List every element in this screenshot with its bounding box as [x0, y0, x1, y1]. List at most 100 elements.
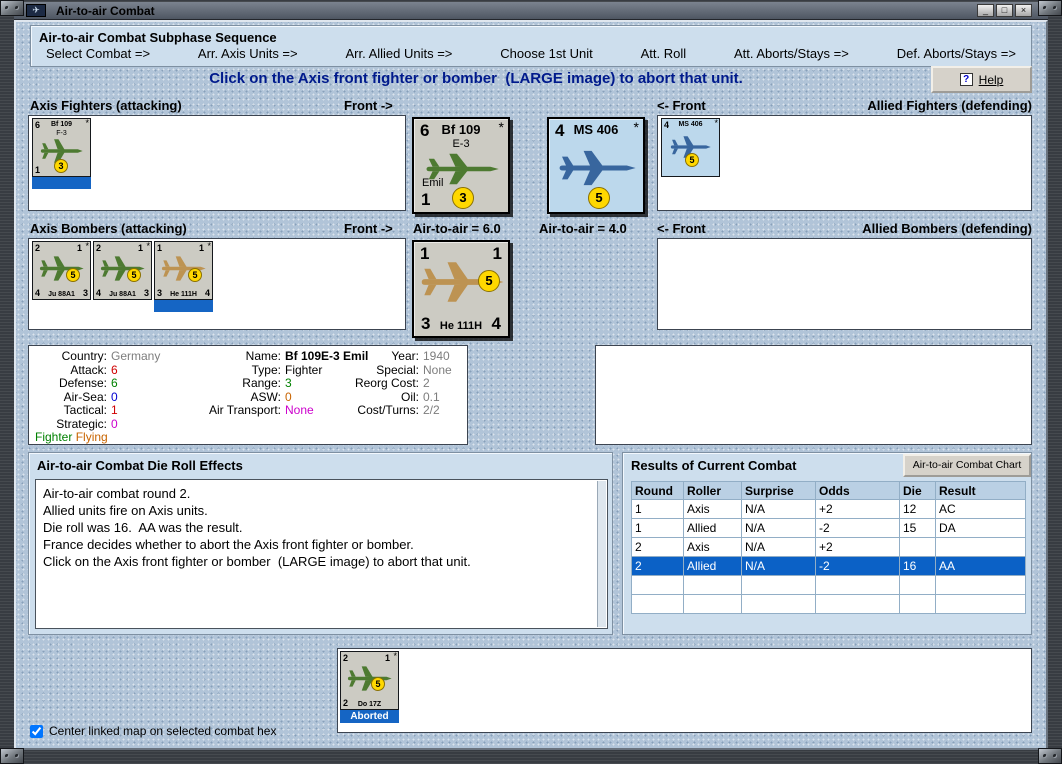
result-cell: 1	[631, 499, 684, 519]
front-left-label-2: <- Front	[657, 221, 706, 236]
footer-checkbox-row: Center linked map on selected combat hex	[30, 724, 276, 738]
unit-nickname: Emil	[422, 177, 444, 189]
result-cell: Allied	[683, 556, 742, 576]
info-label: Name:	[245, 349, 281, 363]
result-cell: DA	[935, 518, 1026, 538]
rating-bottom-left: 1	[421, 190, 431, 209]
titlebar[interactable]: ✈ Air-to-air Combat _ □ ×	[14, 2, 1048, 20]
star-marker: *	[146, 241, 150, 251]
aborted-status-bar: Aborted	[340, 710, 399, 723]
combat-chart-button[interactable]: Air-to-air Combat Chart	[903, 454, 1031, 477]
result-cell	[741, 575, 816, 595]
rating-bottom-right: 4	[491, 314, 501, 333]
result-row-3[interactable]: 2 Axis N/A +2	[631, 537, 1026, 557]
result-cell: 1	[631, 518, 684, 538]
strength-badge: 5	[371, 677, 385, 691]
unit-name: Ju 88A1	[48, 291, 75, 298]
rating-bottom-right: 3	[143, 288, 149, 298]
axis-air-value: Air-to-air = 6.0	[413, 221, 501, 236]
front-right-label: Front ->	[344, 98, 393, 113]
unit-name: Bf 109	[441, 122, 481, 137]
die-roll-line: Allied units fire on Axis units.	[43, 503, 208, 518]
result-cell	[935, 575, 1026, 595]
result-cell: -2	[815, 518, 900, 538]
result-cell	[631, 594, 684, 614]
strength-badge: 5	[127, 268, 141, 282]
result-cell: -2	[815, 556, 900, 576]
info-value: Germany	[111, 349, 161, 363]
result-cell	[899, 537, 936, 557]
die-roll-line: Click on the Axis front fighter or bombe…	[43, 554, 471, 569]
counter-ju88a1-small-1[interactable]: 2 1 * 5 4 Ju 88A1 3	[32, 241, 91, 300]
result-cell: 15	[899, 518, 936, 538]
counter-do17z-aborted[interactable]: 2 1 * 5 2 Do 17Z	[340, 651, 399, 710]
star-marker: *	[714, 118, 718, 128]
unit-name: MS 406	[678, 121, 703, 128]
sequence-title: Air-to-air Combat Subphase Sequence	[39, 30, 277, 45]
die-roll-line: France decides whether to abort the Axis…	[43, 537, 414, 552]
result-cell: N/A	[741, 556, 816, 576]
counter-bf109-e3-large[interactable]: 6 Bf 109 * E-3 Emil 1 3	[412, 117, 510, 214]
unit-info-panel: Country: Germany Attack: 6 Defense: 6 Air-S…	[28, 345, 468, 445]
allied-air-value: Air-to-air = 4.0	[539, 221, 627, 236]
instruction-text: Click on the Axis front fighter or bombe…	[209, 70, 743, 87]
info-value: 0	[111, 389, 118, 404]
info-value: 1	[111, 403, 118, 417]
close-button[interactable]: ×	[1015, 4, 1032, 17]
result-cell	[683, 594, 742, 614]
sequence-step-att-roll: Att. Roll	[640, 46, 687, 61]
unit-name: MS 406	[573, 122, 619, 137]
sequence-step-arr-axis: Arr. Axis Units =>	[197, 46, 298, 61]
counter-he111h-large[interactable]: 1 1 5 3 He 111H 4	[412, 240, 510, 338]
result-cell	[935, 594, 1026, 614]
result-row-1[interactable]: 1 Axis N/A +2 12 AC	[631, 499, 1026, 519]
col-header-odds: Odds	[815, 481, 900, 500]
info-label: Defense:	[58, 376, 107, 390]
unit-model: E-3	[452, 138, 470, 150]
frame-corner	[1038, 0, 1062, 16]
result-row-4-selected[interactable]: 2 Allied N/A -2 16 AA	[631, 556, 1026, 576]
result-row-empty	[631, 575, 1026, 595]
die-roll-effects-panel: Air-to-air Combat Die Roll Effects Air-t…	[28, 452, 613, 635]
info-label: Country:	[61, 349, 107, 363]
rating-top-right: 1	[198, 243, 204, 253]
result-row-empty	[631, 594, 1026, 614]
minimize-button[interactable]: _	[977, 4, 994, 17]
result-cell: N/A	[741, 537, 816, 557]
col-header-result: Result	[935, 481, 1026, 500]
counter-ms406-large[interactable]: 4 MS 406 * 5	[547, 117, 645, 214]
info-value: None	[285, 403, 314, 417]
info-value: 3	[285, 376, 292, 390]
result-row-2[interactable]: 1 Allied N/A -2 15 DA	[631, 518, 1026, 538]
info-value: 6	[111, 376, 118, 390]
sequence-step-att-aborts: Att. Aborts/Stays =>	[733, 46, 849, 61]
status-fighter: Fighter	[35, 430, 73, 444]
counter-ms406-small[interactable]: 4 MS 406 * 5	[661, 118, 720, 177]
counter-he111h-small[interactable]: 1 1 * 5 3 He 111H 4	[154, 241, 213, 300]
aircraft-icon	[347, 666, 392, 691]
strength-badge: 3	[54, 159, 68, 173]
result-cell	[741, 594, 816, 614]
frame-corner	[0, 748, 24, 764]
counter-bf109-f3-small[interactable]: 6 Bf 109 * F-3 1 3	[32, 118, 91, 177]
center-map-checkbox[interactable]	[30, 724, 43, 738]
col-header-round: Round	[631, 481, 684, 500]
help-icon: ?	[959, 73, 973, 86]
aircraft-icon	[559, 150, 636, 186]
maximize-button[interactable]: □	[996, 4, 1013, 17]
result-cell	[935, 537, 1026, 557]
strength-badge: 5	[588, 187, 610, 209]
info-label: Air Transport:	[208, 403, 281, 417]
scrollbar[interactable]	[597, 481, 606, 627]
counter-ju88a1-small-2[interactable]: 2 1 * 5 4 Ju 88A1 3	[93, 241, 152, 300]
result-cell: Allied	[683, 518, 742, 538]
info-label: Reorg Cost:	[354, 376, 419, 390]
info-label: Strategic:	[56, 416, 107, 431]
sequence-step-arr-allied: Arr. Allied Units =>	[345, 46, 453, 61]
info-label: Cost/Turns:	[357, 403, 419, 417]
allied-bombers-label: Allied Bombers (defending)	[862, 221, 1032, 236]
status-flying: Flying	[75, 430, 108, 444]
star-marker: *	[498, 119, 504, 135]
sequence-step-def-aborts: Def. Aborts/Stays =>	[896, 46, 1016, 61]
help-button[interactable]: ? Help	[931, 66, 1032, 93]
